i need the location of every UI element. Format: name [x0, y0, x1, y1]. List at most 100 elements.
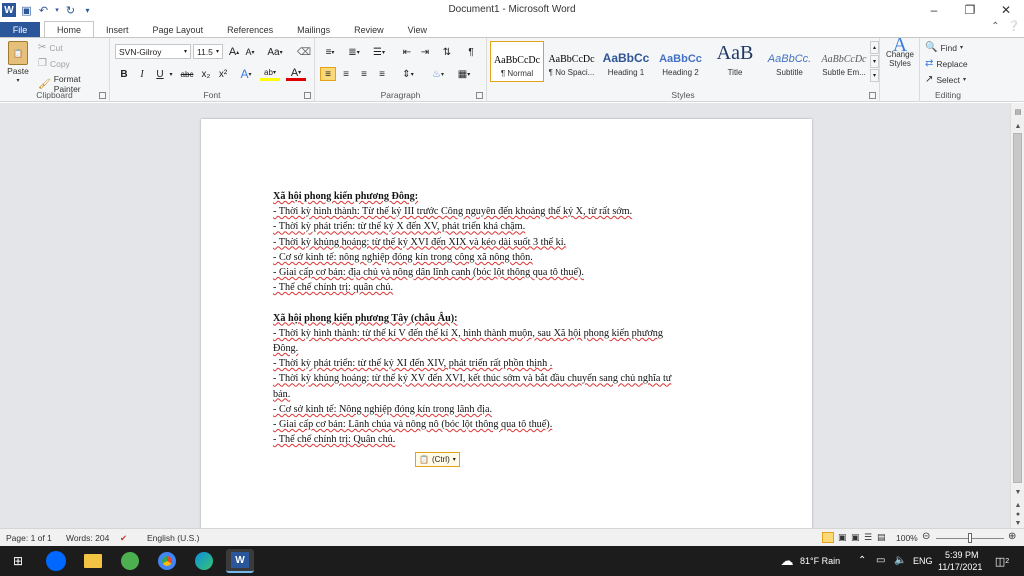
style-subtitle[interactable]: AaBbCc. Subtitle [763, 41, 817, 82]
document-line[interactable] [273, 295, 733, 310]
document-line[interactable]: - Thời kỳ khủng hoảng: từ thế kỷ XV đến … [273, 371, 733, 386]
tab-file[interactable]: File [0, 22, 40, 38]
page-count[interactable]: Page: 1 of 1 [6, 533, 52, 543]
text-effects-button[interactable]: A ▾ [238, 67, 254, 81]
web-layout-icon[interactable]: ▣ [851, 532, 860, 543]
clock-time[interactable]: 5:39 PM [945, 550, 979, 560]
bold-button[interactable]: B [116, 67, 132, 81]
edge-icon[interactable] [190, 549, 218, 573]
help-icon[interactable]: ❔ [1008, 21, 1020, 32]
paragraph-launcher-icon[interactable] [476, 92, 483, 99]
document-line[interactable]: - Thể chế chính trị: Quân chủ. [273, 432, 733, 447]
zalo-app-icon[interactable] [42, 549, 70, 573]
notifications-icon[interactable]: ◫ 2 [988, 549, 1016, 573]
font-size-combo[interactable]: 11.5 ▾ [193, 44, 223, 59]
zoom-out-icon[interactable]: ⊝ [922, 531, 930, 542]
underline-button[interactable]: U [152, 67, 168, 81]
print-layout-icon[interactable] [822, 532, 834, 543]
volume-icon[interactable]: 🔈 [894, 555, 906, 566]
document-line[interactable]: - Thời kỳ hình thành: Từ thế kỷ III trướ… [273, 204, 733, 219]
tab-view[interactable]: View [396, 22, 439, 38]
increase-indent-icon[interactable]: ⇥ [417, 45, 433, 59]
tab-insert[interactable]: Insert [94, 22, 141, 38]
document-line[interactable]: - Thể chế chính trị: quân chủ. [273, 280, 733, 295]
align-right-icon[interactable]: ≡ [356, 67, 372, 81]
input-language[interactable]: ENG [913, 556, 933, 566]
document-heading[interactable]: Xã hội phong kiến phương Đông: [273, 189, 733, 204]
underline-dropdown-icon[interactable]: ▾ [167, 67, 175, 81]
clear-formatting-icon[interactable]: ⌫ [296, 45, 312, 59]
tab-mailings[interactable]: Mailings [285, 22, 342, 38]
chrome-icon[interactable] [153, 549, 181, 573]
scroll-down-icon[interactable]: ▼ [1012, 486, 1024, 498]
font-name-combo[interactable]: SVN-Gilroy ▾ [115, 44, 191, 59]
bullets-icon[interactable]: ≡ ▾ [320, 45, 340, 59]
line-spacing-icon[interactable]: ⇕ ▾ [397, 67, 419, 81]
document-line[interactable]: bản. [273, 387, 733, 402]
zoom-slider-thumb[interactable] [968, 533, 972, 543]
shrink-font-button[interactable]: A ▾ [242, 45, 258, 59]
strikethrough-button[interactable]: abc [178, 67, 196, 81]
document-line[interactable]: - Thời kỳ hình thành: từ thế kỉ V đến th… [273, 326, 733, 341]
clipboard-launcher-icon[interactable] [99, 92, 106, 99]
zoom-level[interactable]: 100% [896, 533, 918, 543]
word-count[interactable]: Words: 204 [66, 533, 109, 543]
document-heading[interactable]: Xã hội phong kiến phương Tây (châu Âu): [273, 311, 733, 326]
document-body[interactable]: Xã hội phong kiến phương Đông: - Thời kỳ … [273, 189, 733, 447]
decrease-indent-icon[interactable]: ⇤ [399, 45, 415, 59]
style-no-spacing[interactable]: AaBbCcDc ¶ No Spaci... [545, 41, 599, 82]
style-subtle-emphasis[interactable]: AaBbCcDc Subtle Em... [817, 41, 871, 82]
paste-dropdown-icon[interactable]: ▾ [16, 77, 19, 84]
proofing-icon[interactable]: ✔ [120, 533, 127, 544]
document-line[interactable]: Đông. [273, 341, 733, 356]
superscript-button[interactable]: x² [215, 67, 231, 81]
document-line[interactable]: - Giai cấp cơ bản: Lãnh chúa và nông nô … [273, 417, 733, 432]
styles-scroll-down-icon[interactable]: ▾ [870, 55, 879, 68]
font-color-button[interactable]: A ▾ [286, 67, 306, 81]
document-line[interactable]: - Thời kỳ phát triển: từ thế kỷ XI đến X… [273, 356, 733, 371]
shading-icon[interactable]: ♨ ▾ [427, 67, 449, 81]
grow-font-button[interactable]: A ▴ [226, 45, 242, 59]
start-icon[interactable]: ⊞ [4, 549, 32, 573]
word-taskbar-icon[interactable]: W [226, 549, 254, 573]
style-heading-1[interactable]: AaBbCc Heading 1 [599, 41, 653, 82]
italic-button[interactable]: I [134, 67, 150, 81]
draft-icon[interactable]: ▤ [877, 532, 886, 543]
vertical-scrollbar[interactable]: ▤ ▲ ▼ ▲ ● ▼ [1010, 103, 1024, 528]
align-center-icon[interactable]: ≡ [338, 67, 354, 81]
document-page[interactable]: Xã hội phong kiến phương Đông: - Thời kỳ … [201, 119, 812, 528]
minimize-ribbon-icon[interactable]: ⌃ [991, 21, 999, 32]
full-screen-reading-icon[interactable]: ▣ [838, 532, 847, 543]
change-case-button[interactable]: Aa ▾ [264, 45, 286, 59]
document-line[interactable]: - Giai cấp cơ bản: địa chủ và nông dân l… [273, 265, 733, 280]
document-line[interactable]: - Thời kỳ phát triển: từ thế kỷ X đến XV… [273, 219, 733, 234]
multilevel-list-icon[interactable]: ☰ ▾ [368, 45, 390, 59]
tab-page-layout[interactable]: Page Layout [141, 22, 216, 38]
zoom-in-icon[interactable]: ⊕ [1008, 531, 1016, 542]
sort-icon[interactable]: ⇅ [439, 45, 455, 59]
file-explorer-icon[interactable] [79, 549, 107, 573]
weather-icon[interactable]: ☁ [773, 549, 801, 573]
align-left-icon[interactable]: ≡ [320, 67, 336, 81]
clock-date[interactable]: 11/17/2021 [938, 562, 982, 572]
scroll-up-icon[interactable]: ▲ [1012, 120, 1024, 132]
minimize-icon[interactable]: – [916, 2, 952, 18]
tab-references[interactable]: References [215, 22, 285, 38]
show-formatting-icon[interactable]: ¶ [463, 45, 479, 59]
document-line[interactable]: - Cơ sở kinh tế: nông nghiệp đóng kín tr… [273, 250, 733, 265]
find-button[interactable]: 🔍 Find ▾ [925, 42, 963, 53]
network-icon[interactable]: ▭ [876, 555, 885, 566]
tab-home[interactable]: Home [44, 21, 95, 38]
cut-button[interactable]: ✂ Cut [38, 42, 63, 53]
tab-review[interactable]: Review [342, 22, 396, 38]
styles-more-icon[interactable]: ▾ [870, 69, 879, 82]
change-styles-button[interactable]: A Change Styles [882, 35, 918, 68]
document-line[interactable]: - Thời kỳ khủng hoảng: từ thế kỷ XVI đến… [273, 235, 733, 250]
replace-button[interactable]: ⇄ Replace [925, 58, 968, 69]
styles-launcher-icon[interactable] [869, 92, 876, 99]
highlight-button[interactable]: ab ▾ [260, 67, 280, 81]
paste-options-button[interactable]: 📋 (Ctrl) ▾ [415, 452, 460, 467]
restore-icon[interactable]: ❐ [952, 2, 988, 18]
borders-icon[interactable]: ▦ ▾ [453, 67, 475, 81]
greenshot-app-icon[interactable] [116, 549, 144, 573]
